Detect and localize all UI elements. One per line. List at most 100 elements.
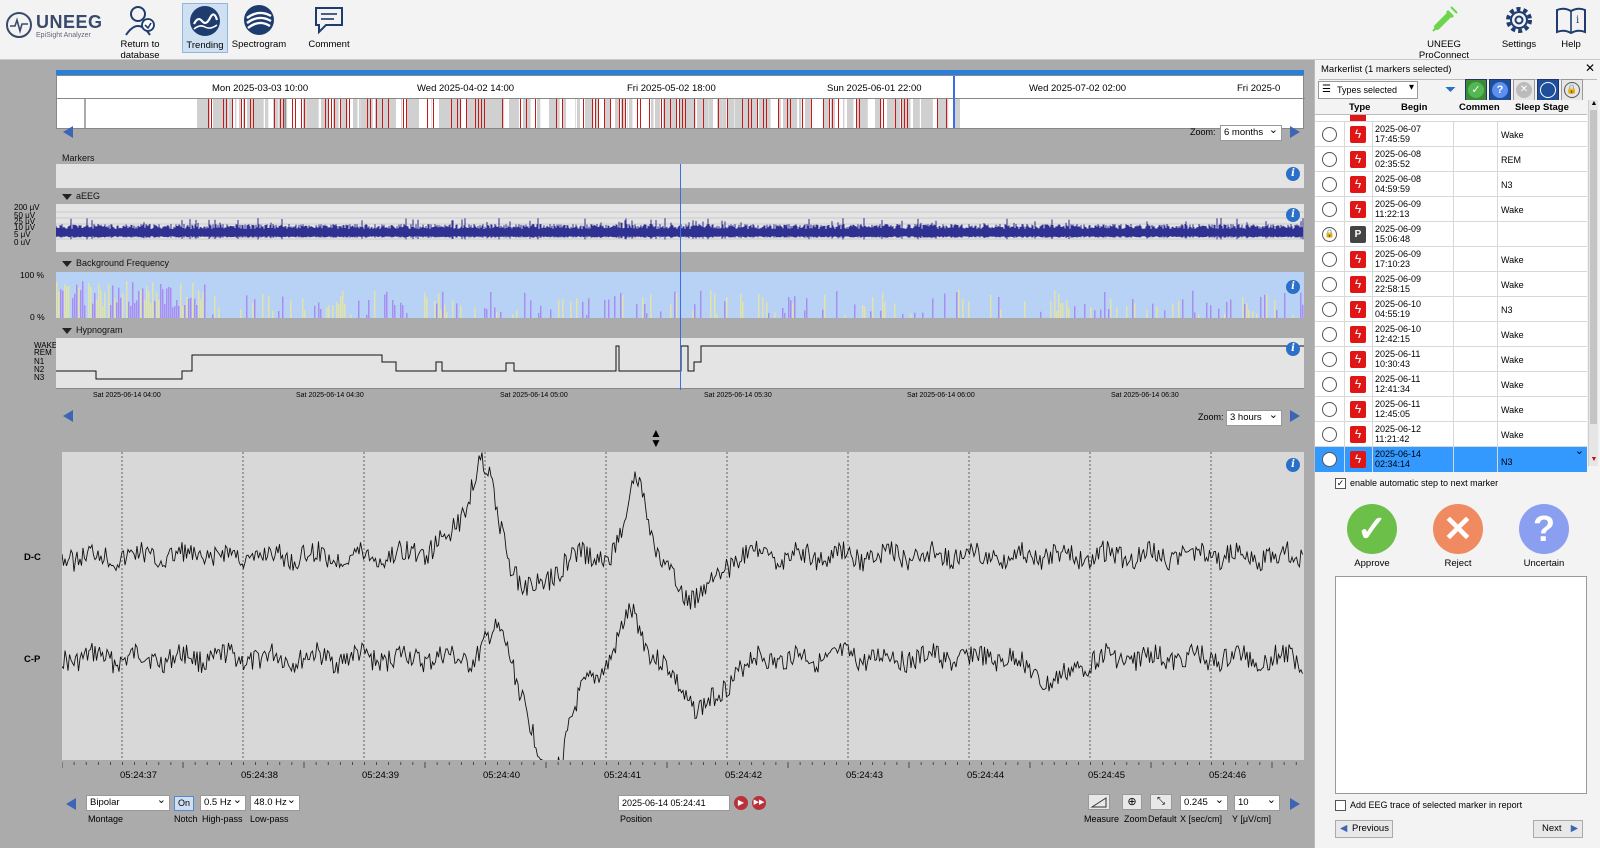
status-radio[interactable]	[1322, 202, 1337, 217]
marker-row[interactable]: ϟ 2025-06-07 17:45:59 Wake	[1315, 122, 1587, 147]
eeg-next-button[interactable]	[1290, 798, 1300, 810]
bgfreq-header[interactable]: Background Frequency	[62, 258, 169, 268]
marker-row[interactable]: ϟ 2025-06-09 11:22:13 Wake	[1315, 197, 1587, 222]
montage-select[interactable]: Bipolar	[86, 793, 170, 811]
filter-uncertain-button[interactable]: ?	[1489, 79, 1511, 101]
next-button[interactable]: Next ▶	[1533, 820, 1583, 838]
filter-approved-button[interactable]: ✓	[1465, 79, 1487, 101]
hypnogram-info-icon[interactable]: i	[1286, 342, 1300, 356]
markerlist-scrollbar[interactable]: ▲ ▼	[1588, 100, 1598, 466]
settings-button[interactable]: Settings	[1496, 3, 1542, 53]
col-comment[interactable]: Commen	[1459, 102, 1501, 113]
status-radio[interactable]	[1322, 377, 1337, 392]
marker-begin: 2025-06-07 17:45:59	[1375, 124, 1421, 144]
aeeg-header[interactable]: aEEG	[62, 191, 100, 201]
proconnect-button[interactable]: UNEEG ProConnect	[1402, 3, 1486, 61]
overview-next-button[interactable]	[1290, 126, 1300, 138]
lowpass-select[interactable]: 48.0 Hz	[250, 793, 300, 811]
col-type[interactable]: Type	[1349, 102, 1370, 113]
close-icon[interactable]: ✕	[1585, 61, 1595, 75]
aeeg-info-icon[interactable]: i	[1286, 208, 1300, 222]
marker-sleep-stage: Wake	[1501, 205, 1524, 215]
marker-row[interactable]: ϟ 2025-06-12 11:21:42 Wake	[1315, 422, 1587, 447]
trend-prev-button[interactable]	[63, 410, 73, 422]
marker-row[interactable]: ϟ 2025-06-11 10:30:43 Wake	[1315, 347, 1587, 372]
col-divider	[1344, 197, 1345, 222]
previous-button[interactable]: ◀ Previous	[1335, 820, 1393, 838]
overview-date-label: Fri 2025-05-02 18:00	[627, 83, 716, 94]
status-radio[interactable]	[1322, 452, 1337, 467]
overview-date-label: Mon 2025-03-03 10:00	[212, 83, 309, 94]
col-divider	[1344, 172, 1345, 197]
status-radio[interactable]	[1322, 402, 1337, 417]
overview-prev-button[interactable]	[63, 126, 73, 138]
eeg-trace-area[interactable]	[61, 452, 1304, 781]
marker-row[interactable]: ϟ 2025-06-11 12:41:34 Wake	[1315, 372, 1587, 397]
type-filter-select[interactable]: ☰ Types selected ▾	[1318, 81, 1418, 99]
overview-zoom-select[interactable]: 6 months	[1220, 123, 1282, 141]
status-radio[interactable]	[1322, 352, 1337, 367]
col-sleep-stage[interactable]: Sleep Stage	[1515, 102, 1569, 113]
marker-row[interactable]: ϟ 2025-06-11 12:45:05 Wake	[1315, 397, 1587, 422]
comment-button[interactable]: Comment	[304, 3, 354, 53]
approve-button[interactable]: ✓	[1347, 504, 1397, 554]
marker-date: 2025-06-07	[1375, 124, 1422, 134]
auto-step-row[interactable]: ✓ enable automatic step to next marker	[1335, 478, 1498, 490]
markers-info-icon[interactable]: i	[1286, 167, 1300, 181]
filter-icon[interactable]: ⏷	[1445, 81, 1456, 98]
x-scale-select[interactable]: 0.245	[1180, 793, 1228, 811]
measure-button[interactable]	[1088, 794, 1110, 810]
marker-row[interactable]: 🔒 P 2025-06-09 15:06:48	[1315, 222, 1587, 247]
status-radio[interactable]	[1322, 427, 1337, 442]
default-button[interactable]: ⤡	[1150, 794, 1172, 810]
eeg-info-icon[interactable]: i	[1286, 458, 1300, 472]
filter-rejected-button[interactable]: ✕	[1513, 79, 1535, 101]
trending-button[interactable]: Trending	[182, 3, 228, 53]
highpass-select[interactable]: 0.5 Hz	[200, 793, 246, 811]
lock-icon[interactable]: 🔒	[1322, 227, 1337, 242]
marker-row[interactable]: ϟ 2025-06-08 04:59:59 N3	[1315, 172, 1587, 197]
status-radio[interactable]	[1322, 177, 1337, 192]
trend-next-button[interactable]	[1290, 410, 1300, 422]
trend-zoom-select[interactable]: 3 hours	[1226, 408, 1282, 426]
trend-cursor-line[interactable]	[680, 164, 681, 390]
bgfreq-info-icon[interactable]: i	[1286, 280, 1300, 294]
status-radio[interactable]	[1322, 327, 1337, 342]
filter-locked-button[interactable]: 🔒	[1561, 79, 1583, 101]
hypnogram-header[interactable]: Hypnogram	[62, 325, 123, 335]
zoom-button[interactable]: ⊕	[1122, 794, 1142, 810]
status-radio[interactable]	[1322, 302, 1337, 317]
marker-row[interactable]: ϟ 2025-06-10 04:55:19 N3	[1315, 297, 1587, 322]
auto-step-checkbox[interactable]: ✓	[1335, 478, 1346, 490]
eeg-prev-button[interactable]	[66, 798, 76, 810]
marker-row[interactable]: ϟ 2025-06-10 12:42:15 Wake	[1315, 322, 1587, 347]
scroll-up-icon[interactable]: ▲	[1590, 100, 1598, 108]
scroll-thumb[interactable]	[1590, 110, 1597, 424]
reject-button[interactable]: ✕	[1433, 504, 1483, 554]
status-radio[interactable]	[1322, 252, 1337, 267]
status-radio[interactable]	[1322, 127, 1337, 142]
fast-forward-icon[interactable]: ▶▶	[752, 796, 766, 810]
marker-row[interactable]: ϟ 2025-06-09 22:58:15 Wake	[1315, 272, 1587, 297]
filter-unreviewed-button[interactable]	[1537, 79, 1559, 101]
marker-row[interactable]: ϟ 2025-06-14 02:34:14 N3	[1315, 444, 1587, 472]
uncertain-button[interactable]: ?	[1519, 504, 1569, 554]
status-radio[interactable]	[1322, 277, 1337, 292]
comment-textarea[interactable]	[1335, 576, 1587, 794]
position-input[interactable]: 2025-06-14 05:24:41	[618, 795, 730, 811]
marker-row[interactable]: ϟ 2025-06-08 02:35:52 REM	[1315, 147, 1587, 172]
spectrogram-button[interactable]: Spectrogram	[230, 3, 288, 53]
return-to-database-button[interactable]: Return to database	[100, 3, 180, 61]
marker-row[interactable]: ϟ 2025-06-09 17:10:23 Wake	[1315, 247, 1587, 272]
notch-toggle[interactable]: On	[174, 796, 194, 811]
overview-timeline[interactable]: Mon 2025-03-03 10:00 Wed 2025-04-02 14:00…	[56, 75, 1305, 129]
y-scale-select[interactable]: 10	[1234, 793, 1280, 811]
add-trace-row[interactable]: Add EEG trace of selected marker in repo…	[1335, 800, 1522, 812]
add-trace-checkbox[interactable]	[1335, 800, 1346, 812]
splitter-handle-icon[interactable]: ▲ ▼	[650, 427, 662, 449]
col-begin[interactable]: Begin	[1401, 102, 1427, 113]
scroll-down-icon[interactable]: ▼	[1590, 456, 1598, 464]
help-button[interactable]: i Help	[1550, 3, 1592, 53]
status-radio[interactable]	[1322, 152, 1337, 167]
play-icon[interactable]: ▶	[734, 796, 748, 810]
